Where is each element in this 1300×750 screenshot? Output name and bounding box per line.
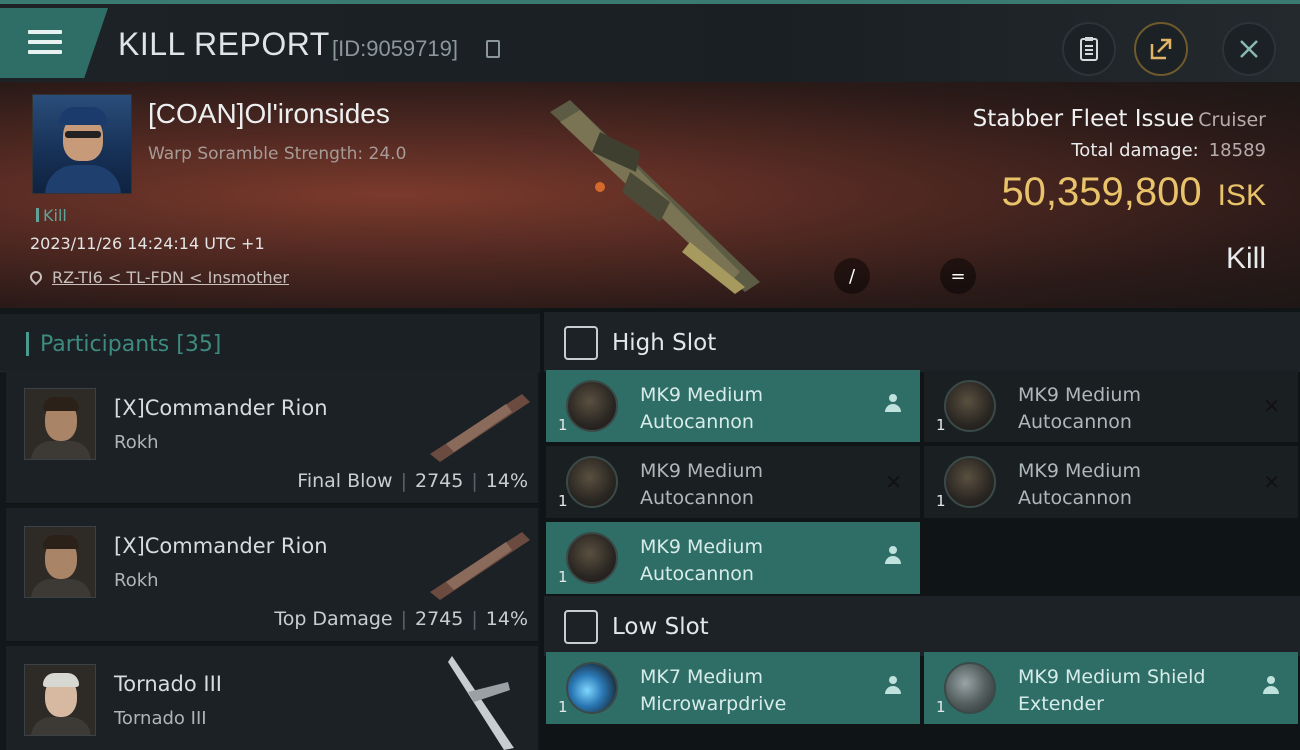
dropped-person-icon xyxy=(1262,676,1280,696)
dropped-person-icon xyxy=(884,546,902,566)
kill-id: [ID:9059719] xyxy=(332,36,458,61)
share-icon xyxy=(1150,38,1172,60)
participant-stats: Top Damage | 2745 | 14% xyxy=(274,608,528,630)
kill-tag: Kill xyxy=(36,206,67,225)
autocannon-icon xyxy=(566,456,618,508)
microwarpdrive-icon xyxy=(566,662,618,714)
high-slot-icon xyxy=(564,326,598,360)
module-slot[interactable]: 1 MK9 Medium Autocannon ✕ xyxy=(924,370,1298,442)
high-slot-header: High Slot xyxy=(544,312,1300,372)
page-title: KILL REPORT xyxy=(118,26,330,62)
autocannon-icon xyxy=(566,532,618,584)
share-button[interactable] xyxy=(1134,22,1188,76)
participant-row[interactable]: Tornado III Tornado III xyxy=(6,646,538,750)
destroyed-x-icon: ✕ xyxy=(885,470,902,494)
module-slot[interactable]: 1 MK9 Medium Shield Extender xyxy=(924,652,1298,724)
module-slot[interactable]: 1 MK9 Medium Autocannon xyxy=(546,370,920,442)
view-toggle-equals[interactable]: = xyxy=(940,258,976,294)
participant-ship: Tornado III xyxy=(114,708,207,729)
module-slot[interactable]: 1 MK7 Medium Microwarpdrive xyxy=(546,652,920,724)
close-button[interactable] xyxy=(1222,22,1276,76)
warp-scramble-strength: Warp Soramble Strength: 24.0 xyxy=(148,144,407,164)
autocannon-icon xyxy=(944,380,996,432)
participant-stats: Final Blow | 2745 | 14% xyxy=(297,470,528,492)
result-label: Kill xyxy=(1225,242,1266,275)
location-pin-icon xyxy=(27,268,45,286)
clipboard-button[interactable] xyxy=(1062,22,1116,76)
participant-ship: Rokh xyxy=(114,432,159,453)
total-damage: Total damage: 18589 xyxy=(1071,140,1266,161)
top-bar: KILL REPORT [ID:9059719] xyxy=(0,0,1300,82)
participant-ship-render xyxy=(430,532,530,600)
victim-name[interactable]: [COAN]Ol'ironsides xyxy=(148,98,390,130)
participant-avatar xyxy=(24,526,96,598)
module-slot[interactable]: 1 MK9 Medium Autocannon ✕ xyxy=(924,446,1298,518)
kill-datetime: 2023/11/26 14:24:14 UTC +1 xyxy=(30,234,265,253)
module-slot[interactable]: 1 MK9 Medium Autocannon ✕ xyxy=(546,446,920,518)
victim-banner: [COAN]Ol'ironsides Warp Soramble Strengt… xyxy=(0,82,1300,308)
destroyed-x-icon: ✕ xyxy=(1263,470,1280,494)
fitting-panel: High Slot 1 MK9 Medium Autocannon 1 MK9 M… xyxy=(540,308,1300,750)
isk-value: 50,359,800 ISK xyxy=(1001,170,1266,214)
view-toggle-slash[interactable]: / xyxy=(834,258,870,294)
clipboard-icon xyxy=(1080,37,1098,61)
low-slot-header: Low Slot xyxy=(544,596,1300,656)
participant-avatar xyxy=(24,388,96,460)
destroyed-x-icon: ✕ xyxy=(1263,394,1280,418)
shield-extender-icon xyxy=(944,662,996,714)
participant-ship-render xyxy=(448,656,514,750)
close-icon xyxy=(1240,40,1258,58)
participants-panel: Participants [35] [X]Commander Rion Rokh… xyxy=(0,308,540,750)
victim-ship-name: Stabber Fleet Issue Cruiser xyxy=(972,106,1266,132)
menu-button[interactable] xyxy=(0,8,108,78)
participant-row[interactable]: [X]Commander Rion Rokh Top Damage | 2745 | 1… xyxy=(6,508,538,642)
participant-name: Tornado III xyxy=(114,672,222,696)
dropped-person-icon xyxy=(884,676,902,696)
autocannon-icon xyxy=(944,456,996,508)
module-slot[interactable]: 1 MK9 Medium Autocannon xyxy=(546,522,920,594)
participant-ship: Rokh xyxy=(114,570,159,591)
low-slot-icon xyxy=(564,610,598,644)
dropped-person-icon xyxy=(884,394,902,414)
participant-name: [X]Commander Rion xyxy=(114,396,328,420)
victim-avatar[interactable] xyxy=(32,94,132,194)
copy-icon[interactable] xyxy=(486,40,500,58)
participants-header: Participants [35] xyxy=(0,314,540,372)
participant-row[interactable]: [X]Commander Rion Rokh Final Blow | 2745 | 1… xyxy=(6,370,538,504)
victim-ship-render xyxy=(550,100,760,294)
participant-avatar xyxy=(24,664,96,736)
participant-ship-render xyxy=(430,394,530,462)
autocannon-icon xyxy=(566,380,618,432)
kill-location[interactable]: RZ-TI6 < TL-FDN < Insmother xyxy=(27,268,289,287)
participant-name: [X]Commander Rion xyxy=(114,534,328,558)
